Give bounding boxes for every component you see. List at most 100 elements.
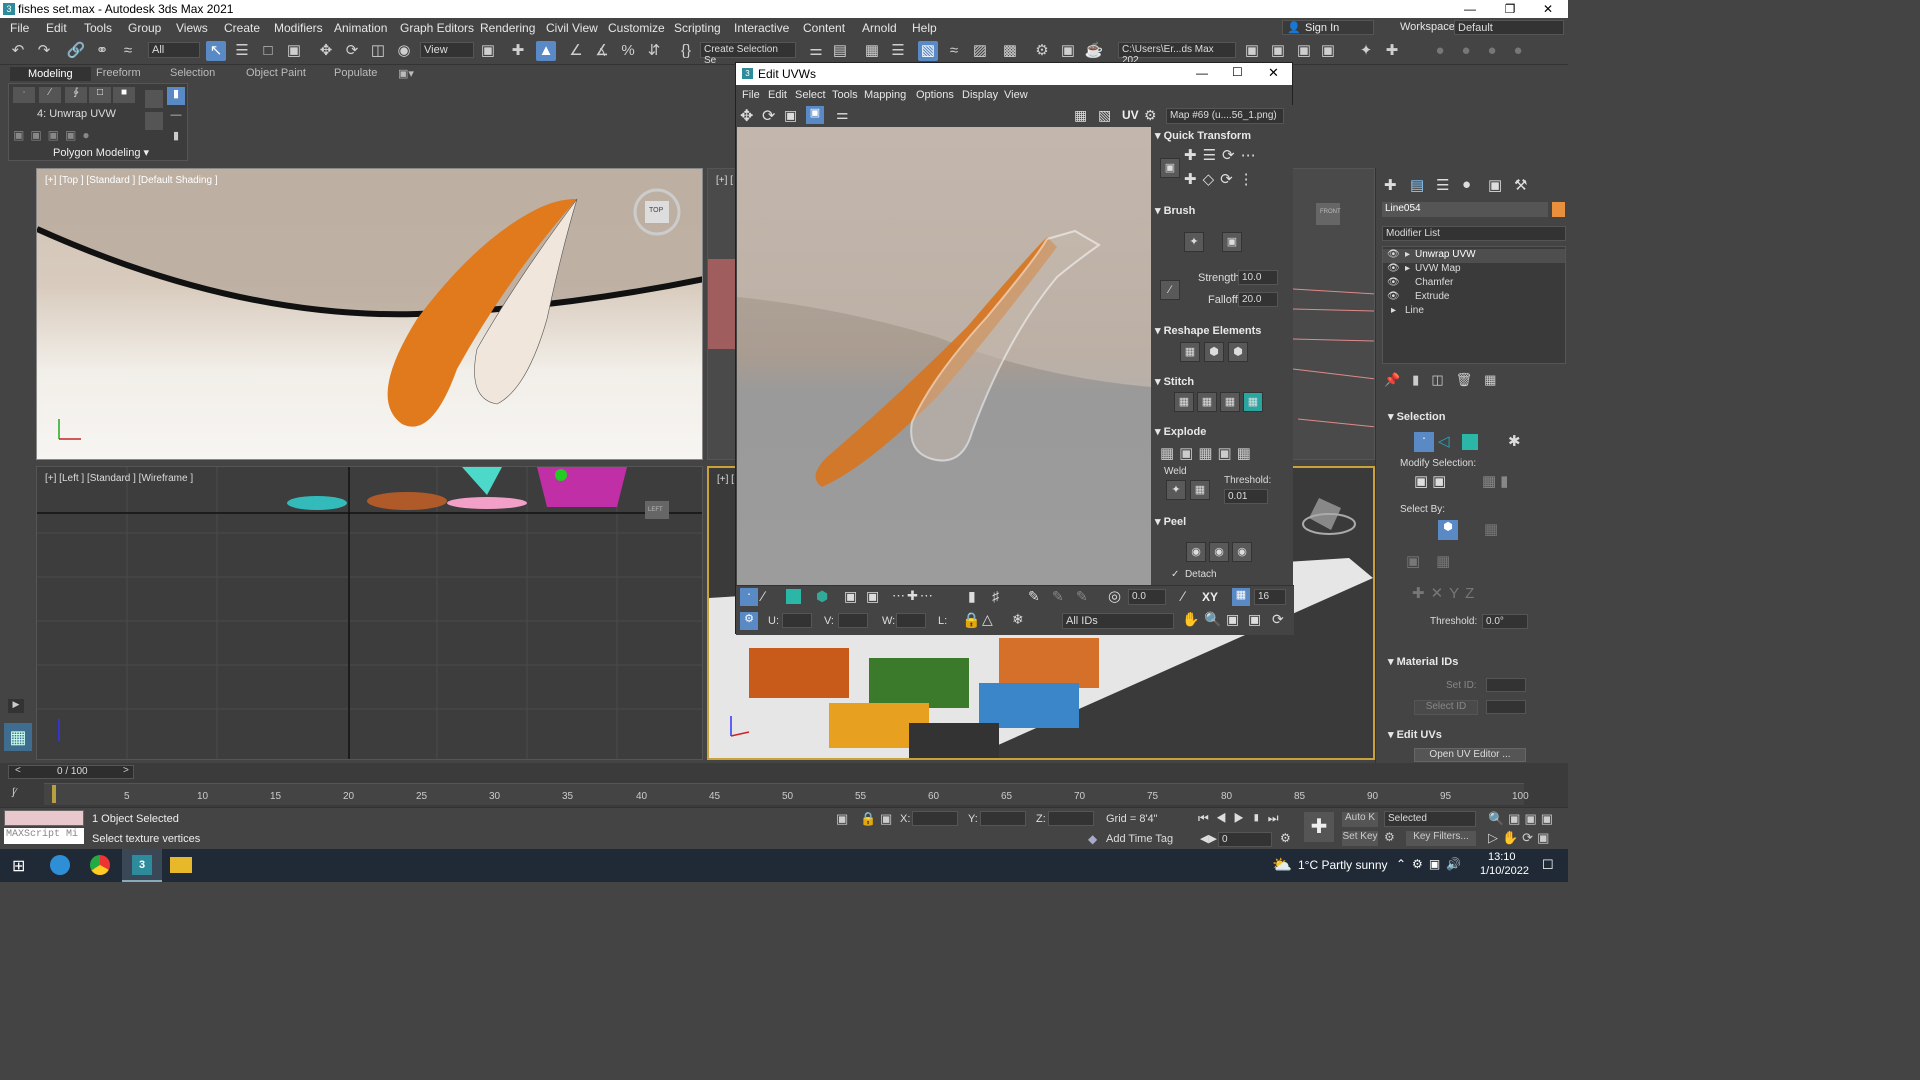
eye-icon[interactable]: 👁 [1387, 249, 1400, 260]
polygon-icon[interactable]: □ [89, 87, 111, 103]
menu-views[interactable]: Views [176, 21, 208, 35]
navcube-front-label[interactable]: FRONT [1320, 209, 1341, 215]
display-tab-icon[interactable]: ▣ [1488, 176, 1502, 194]
bind-spacewarp-icon[interactable]: ≈ [118, 41, 138, 61]
select-by-uv-icon[interactable]: ▦ [1484, 520, 1498, 538]
edge-icon[interactable]: ∕ [39, 87, 61, 103]
absolute-mode-icon[interactable]: ▣ [880, 811, 892, 827]
grid-snap-icon[interactable]: ▦ [1232, 588, 1250, 606]
grid-spinner[interactable]: 16 [1254, 589, 1286, 605]
file-explorer-icon[interactable] [170, 857, 192, 873]
uv-mirror-icon[interactable]: ⚌ [836, 106, 849, 123]
soft-selection-icon[interactable]: ◎ [1108, 587, 1121, 605]
uv-rotate-icon[interactable]: ⟳ [762, 106, 775, 126]
menu-rendering[interactable]: Rendering [480, 21, 535, 35]
selection-filter-dropdown[interactable]: All [148, 42, 200, 58]
vertex-icon[interactable]: ⋅ [13, 87, 35, 103]
paint-select-icon[interactable]: ▮ [968, 588, 976, 605]
peel-reset-icon[interactable]: ◉ [1232, 542, 1252, 562]
time-config-icon[interactable]: ⚙ [1280, 831, 1291, 845]
edit-uvws-titlebar[interactable]: 3 Edit UVWs — ☐ ✕ [736, 63, 1292, 85]
select-id-button[interactable]: Select ID [1414, 700, 1478, 715]
rendered-frame-icon[interactable]: ▣ [1058, 41, 1078, 61]
strength-spinner[interactable]: 10.0 [1238, 270, 1278, 285]
weld-selected-icon[interactable]: ✦ [1166, 480, 1186, 500]
viewport-left[interactable]: [+] [Left ] [Standard ] [Wireframe ] LEF… [36, 466, 703, 760]
stitch4-icon[interactable]: ▦ [1243, 392, 1263, 412]
uvw-close-button[interactable]: ✕ [1268, 65, 1279, 81]
undo-icon[interactable]: ↶ [8, 41, 28, 61]
straighten-icon[interactable]: ▦ [1180, 342, 1200, 362]
explode-icons[interactable]: ▦▣▦▣▦ [1160, 444, 1256, 462]
uvw-menu-edit[interactable]: Edit [768, 89, 787, 101]
brush-relax-icon[interactable]: ✦ [1184, 232, 1204, 252]
stack-item-unwrap-uvw[interactable]: 👁 ▸ Unwrap UVW [1383, 249, 1565, 263]
vertex-mode-icon[interactable]: ⋅ [740, 588, 758, 606]
select-by-element-icon[interactable]: ⬢ [1438, 520, 1458, 540]
uvw-maximize-button[interactable]: ☐ [1232, 65, 1243, 79]
zoom-extents-icon[interactable]: ▣ [1248, 611, 1261, 628]
named-selection-dropdown[interactable]: Create Selection Se [700, 42, 796, 66]
brush3-icon[interactable]: ✎ [1076, 588, 1088, 605]
playback-controls[interactable]: ⏮◀▶▮⏭ [1198, 811, 1286, 826]
brush-pen-icon[interactable]: ∕ [1160, 280, 1180, 300]
transform-pivot-icon[interactable]: ▣ [1160, 158, 1180, 178]
menu-group[interactable]: Group [128, 21, 161, 35]
motion-tab-icon[interactable]: ● [1462, 176, 1471, 193]
window-crossing-icon[interactable]: ▣ [284, 41, 304, 61]
tab-selection[interactable]: Selection [170, 67, 215, 79]
schematic-view-icon[interactable]: ▨ [970, 41, 990, 61]
scale-icon[interactable]: ◫ [368, 41, 388, 61]
eye-icon[interactable]: 👁 [1387, 291, 1400, 302]
brush-header[interactable]: ▾ Brush [1155, 204, 1195, 217]
place-icon[interactable]: ◉ [394, 41, 414, 61]
cp-element-icon[interactable]: ✱ [1508, 432, 1521, 450]
menu-file[interactable]: File [10, 21, 29, 35]
menu-tools[interactable]: Tools [84, 21, 112, 35]
navcube-top-label[interactable]: TOP [649, 207, 663, 214]
ribbon-pin-icon[interactable]: ▮ [167, 87, 185, 105]
ribbon-tool-icon[interactable]: — [167, 109, 185, 125]
uv-move-icon[interactable]: ✥ [740, 106, 753, 126]
w-field[interactable] [896, 613, 926, 628]
ribbon-toggle-icon[interactable]: ▧ [918, 41, 938, 61]
key-filter-dropdown[interactable]: Selected [1384, 811, 1476, 827]
stack-item-chamfer[interactable]: 👁 Chamfer [1383, 277, 1563, 291]
polygon-modeling-dropdown[interactable]: Polygon Modeling ▾ [53, 146, 149, 159]
peel-mode-icon[interactable]: ◉ [1209, 542, 1229, 562]
maxscript-mini-listener[interactable]: MAXScript Mi [4, 828, 84, 844]
loop-ring-icons[interactable]: ⋯✚⋯ [892, 588, 935, 604]
freeze-icon[interactable]: ❄ [1012, 611, 1024, 628]
pan-icon[interactable]: ✋ [1182, 611, 1199, 628]
reshape-elements-header[interactable]: ▾ Reshape Elements [1155, 324, 1261, 337]
cp-vertex-icon[interactable]: ⋅ [1414, 432, 1434, 452]
utilities-tab-icon[interactable]: ⚒ [1514, 176, 1527, 194]
element-mode-icon[interactable]: ⬢ [816, 588, 828, 605]
viewport-top-label[interactable]: [+] [Top ] [Standard ] [Default Shading … [45, 175, 218, 186]
tool5-icon[interactable]: ● [1482, 41, 1502, 61]
tool4-icon[interactable]: ● [1456, 41, 1476, 61]
border-icon[interactable]: ∲ [65, 87, 87, 103]
project-folder4-icon[interactable]: ▣ [1318, 41, 1338, 61]
menu-graph-editors[interactable]: Graph Editors [400, 21, 474, 35]
material-ids-header[interactable]: ▾ Material IDs [1388, 655, 1458, 668]
open-uv-editor-button[interactable]: Open UV Editor ... [1414, 748, 1526, 762]
menu-create[interactable]: Create [224, 21, 260, 35]
axis-icons[interactable]: ✚✕YZ [1412, 584, 1480, 602]
weather-icon[interactable]: ⛅ [1272, 855, 1292, 875]
reference-coord-dropdown[interactable]: View [420, 42, 474, 58]
stack-tools-icons[interactable]: 📌▮◫🗑▦ [1384, 372, 1508, 388]
move-icon[interactable]: ✥ [316, 41, 336, 61]
uvw-minimize-button[interactable]: — [1196, 66, 1208, 80]
zoom-icon[interactable]: 🔍 [1204, 611, 1221, 628]
tool3-icon[interactable]: ● [1430, 41, 1450, 61]
snaps-toggle-icon[interactable]: ∠ [566, 41, 586, 61]
stitch3-icon[interactable]: ▦ [1220, 392, 1240, 412]
stitch-icon[interactable]: ▦ [1174, 392, 1194, 412]
select-by-name-icon[interactable]: ☰ [232, 41, 252, 61]
xy-toggle[interactable]: XY [1202, 590, 1218, 604]
angle-snap-icon[interactable]: ∡ [592, 41, 612, 61]
uv-settings-icon[interactable]: ⚙ [1144, 107, 1157, 124]
explode-header[interactable]: ▾ Explode [1155, 425, 1206, 438]
project-path-dropdown[interactable]: C:\Users\Er...ds Max 202 [1118, 42, 1236, 66]
